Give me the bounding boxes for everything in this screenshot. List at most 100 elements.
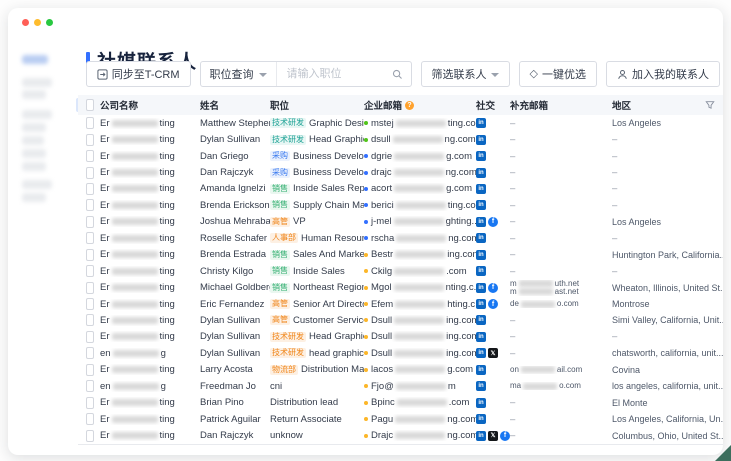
linkedin-icon[interactable]: in xyxy=(476,168,486,178)
email-status-dot xyxy=(364,121,368,125)
sync-to-tcrm-button[interactable]: 同步至T-CRM xyxy=(86,61,191,87)
linkedin-icon[interactable]: in xyxy=(476,266,486,276)
row-checkbox[interactable] xyxy=(86,347,94,359)
maximize-window-icon[interactable] xyxy=(46,19,53,26)
sidebar-item[interactable] xyxy=(22,193,46,202)
company-suffix: ting xyxy=(160,233,175,244)
row-checkbox[interactable] xyxy=(86,331,94,343)
sidebar-item[interactable] xyxy=(22,162,46,171)
linkedin-icon[interactable]: in xyxy=(476,365,486,375)
company-cell: Erting xyxy=(100,331,200,342)
position-text: Sales And Marketing Sp... xyxy=(293,249,364,260)
row-checkbox[interactable] xyxy=(86,232,94,244)
gem-icon: ◇ xyxy=(530,69,538,80)
row-checkbox[interactable] xyxy=(86,249,94,261)
add-to-my-contacts-button[interactable]: 加入我的联系人 xyxy=(606,61,720,87)
row-checkbox[interactable] xyxy=(86,167,94,179)
one-click-select-button[interactable]: ◇ 一键优选 xyxy=(519,61,597,87)
company-suffix: ting xyxy=(160,266,175,277)
empty-value: – xyxy=(510,216,515,227)
supp-email-cell: mao.com xyxy=(510,382,612,390)
row-checkbox[interactable] xyxy=(86,183,94,195)
facebook-icon[interactable]: f xyxy=(488,283,498,293)
facebook-icon[interactable]: f xyxy=(500,431,510,441)
row-checkbox[interactable] xyxy=(86,282,94,294)
linkedin-icon[interactable]: in xyxy=(476,200,486,210)
table-row: ErtingPatrick AguilarReturn AssociatePag… xyxy=(78,411,723,427)
sidebar-item[interactable] xyxy=(22,90,46,99)
email-suffix: ing.com xyxy=(447,249,476,260)
filter-contacts-button[interactable]: 筛选联系人 xyxy=(421,61,510,87)
email-help-icon[interactable]: ? xyxy=(405,101,414,110)
company-prefix: en xyxy=(100,381,111,392)
region-text: Columbus, Ohio, United St... xyxy=(612,431,723,441)
row-checkbox[interactable] xyxy=(86,397,94,409)
checkbox-cell xyxy=(78,314,100,326)
linkedin-icon[interactable]: in xyxy=(476,184,486,194)
x-icon[interactable]: 𝕏 xyxy=(488,348,498,358)
row-checkbox[interactable] xyxy=(86,134,94,146)
supp-email-cell: – xyxy=(510,266,612,277)
row-checkbox[interactable] xyxy=(86,298,94,310)
row-checkbox[interactable] xyxy=(86,265,94,277)
row-checkbox[interactable] xyxy=(86,117,94,129)
linkedin-icon[interactable]: in xyxy=(476,381,486,391)
social-cell: in xyxy=(476,233,510,243)
position-input[interactable] xyxy=(285,67,392,81)
region-text: Covina xyxy=(612,365,640,375)
sidebar-item[interactable] xyxy=(22,149,46,158)
facebook-icon[interactable]: f xyxy=(488,299,498,309)
sidebar xyxy=(8,34,78,455)
table-row: ErtingEric Fernandez高管Senior Art Directo… xyxy=(78,296,723,312)
linkedin-icon[interactable]: in xyxy=(476,135,486,145)
linkedin-icon[interactable]: in xyxy=(476,250,486,260)
column-company: 公司名称 xyxy=(100,98,200,112)
close-window-icon[interactable] xyxy=(22,19,29,26)
linkedin-icon[interactable]: in xyxy=(476,151,486,161)
checkbox-cell xyxy=(78,232,100,244)
x-icon[interactable]: 𝕏 xyxy=(488,431,498,441)
position-text: Business Development ... xyxy=(293,151,364,162)
linkedin-icon[interactable]: in xyxy=(476,283,486,293)
position-query-select[interactable]: 职位查询 xyxy=(201,62,277,86)
sidebar-item[interactable] xyxy=(22,180,52,189)
linkedin-icon[interactable]: in xyxy=(476,233,486,243)
linkedin-icon[interactable]: in xyxy=(476,118,486,128)
email-prefix: acort xyxy=(371,183,392,194)
minimize-window-icon[interactable] xyxy=(34,19,41,26)
row-checkbox[interactable] xyxy=(86,430,94,442)
linkedin-icon[interactable]: in xyxy=(476,398,486,408)
checkbox-cell xyxy=(78,380,100,392)
row-checkbox[interactable] xyxy=(86,413,94,425)
sidebar-item[interactable] xyxy=(22,123,46,132)
linkedin-icon[interactable]: in xyxy=(476,414,486,424)
region-filter-icon[interactable] xyxy=(705,100,715,110)
table-row: ErtingBrenda Estrada销售Sales And Marketin… xyxy=(78,247,723,263)
email-prefix: Dsull xyxy=(371,348,392,359)
row-checkbox[interactable] xyxy=(86,150,94,162)
facebook-icon[interactable]: f xyxy=(488,217,498,227)
linkedin-icon[interactable]: in xyxy=(476,348,486,358)
empty-value: – xyxy=(510,151,515,162)
email-prefix: Bpinc xyxy=(371,397,395,408)
linkedin-icon[interactable]: in xyxy=(476,315,486,325)
sidebar-item-active[interactable] xyxy=(22,55,48,64)
social-cell: in𝕏f xyxy=(476,431,510,441)
row-checkbox[interactable] xyxy=(86,314,94,326)
supp-email-list: onail.com xyxy=(510,366,582,374)
row-checkbox[interactable] xyxy=(86,199,94,211)
row-checkbox[interactable] xyxy=(86,364,94,376)
linkedin-icon[interactable]: in xyxy=(476,431,486,441)
search-icon[interactable] xyxy=(392,69,403,80)
empty-value: – xyxy=(510,414,515,425)
sidebar-item[interactable] xyxy=(22,78,52,87)
row-checkbox[interactable] xyxy=(86,216,94,228)
sidebar-item[interactable] xyxy=(22,110,52,119)
linkedin-icon[interactable]: in xyxy=(476,332,486,342)
row-checkbox[interactable] xyxy=(86,380,94,392)
linkedin-icon[interactable]: in xyxy=(476,299,486,309)
sidebar-item[interactable] xyxy=(22,136,44,145)
email-prefix: Efem xyxy=(371,299,393,310)
select-all-checkbox[interactable] xyxy=(86,99,94,111)
linkedin-icon[interactable]: in xyxy=(476,217,486,227)
